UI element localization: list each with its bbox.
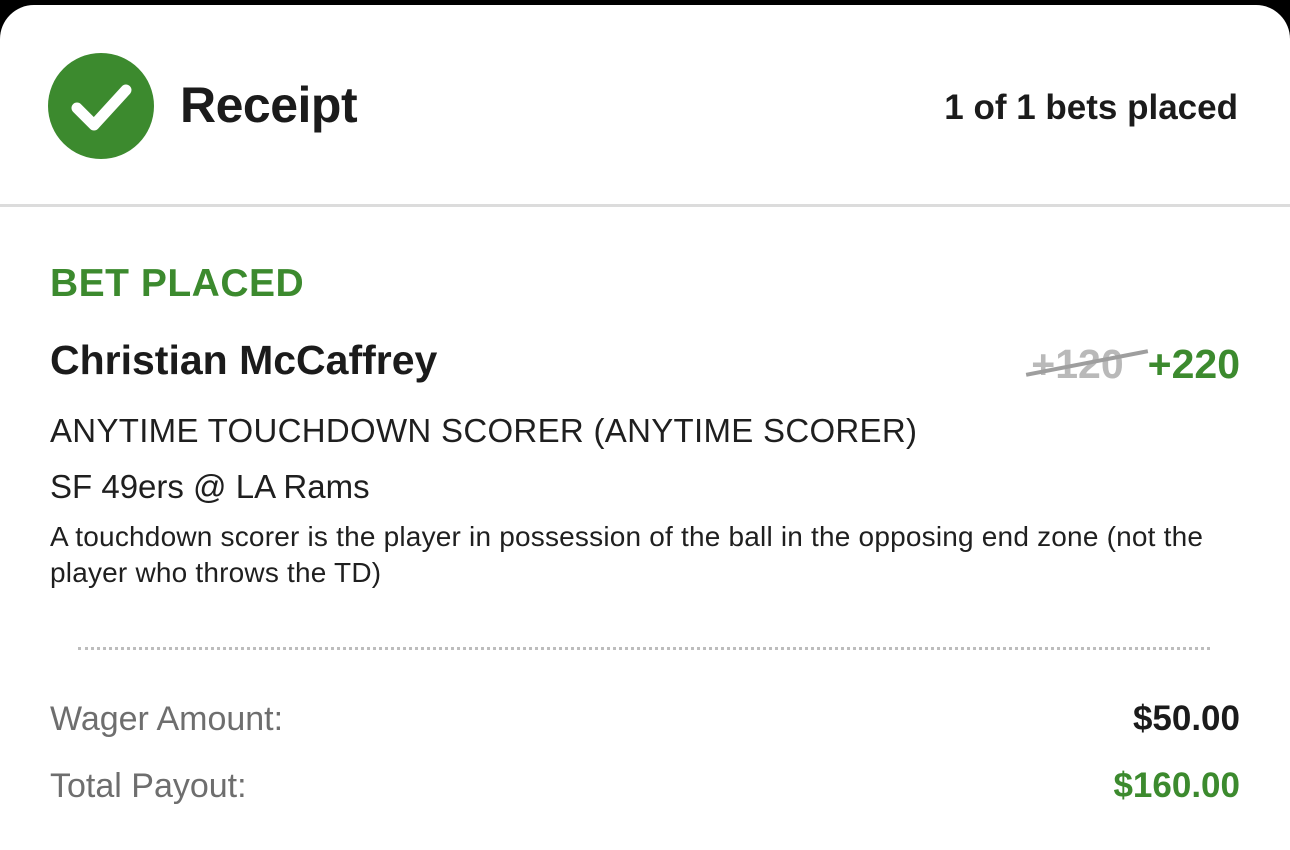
bet-market: ANYTIME TOUCHDOWN SCORER (ANYTIME SCORER… — [50, 412, 918, 449]
receipt-card: Receipt 1 of 1 bets placed BET PLACED Ch… — [0, 5, 1290, 850]
receipt-header: Receipt 1 of 1 bets placed — [0, 5, 1290, 207]
boosted-odds: +220 — [1147, 341, 1240, 387]
total-payout-label: Total Payout: — [50, 767, 247, 805]
bet-event: SF 49ers @ LA Rams — [50, 468, 370, 505]
check-circle-icon — [48, 53, 154, 159]
bet-status-label: BET PLACED — [50, 262, 305, 305]
bets-placed-count: 1 of 1 bets placed — [944, 88, 1238, 127]
page-title: Receipt — [180, 77, 358, 133]
wager-amount-label: Wager Amount: — [50, 700, 284, 738]
market-description: A touchdown scorer is the player in poss… — [50, 521, 1204, 588]
odds-display: +120 +220 — [1026, 339, 1240, 389]
total-payout-value: $160.00 — [1113, 766, 1240, 805]
wager-amount-value: $50.00 — [1132, 699, 1240, 738]
original-odds: +120 — [1026, 339, 1149, 389]
dotted-divider — [78, 647, 1210, 650]
player-name: Christian McCaffrey — [50, 337, 438, 383]
